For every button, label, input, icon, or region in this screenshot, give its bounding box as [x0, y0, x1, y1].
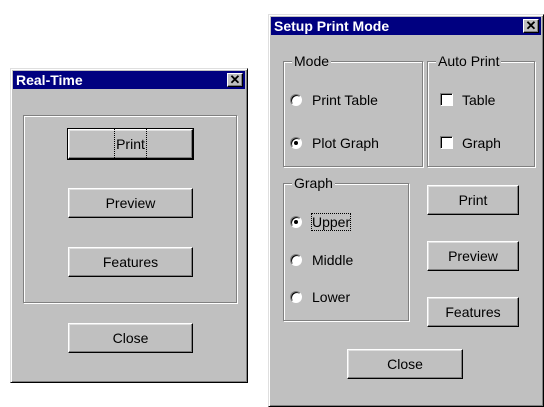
close-button-label: Close: [112, 330, 149, 346]
plot-graph-label: Plot Graph: [312, 135, 379, 151]
mode-group: Mode Print Table Plot Graph: [283, 53, 423, 167]
close-button[interactable]: Close: [347, 349, 463, 379]
features-button[interactable]: Features: [68, 247, 193, 277]
features-button-label: Features: [445, 304, 501, 320]
print-button-label: Print: [458, 192, 488, 208]
setup-print-mode-dialog: Setup Print Mode ✕ Mode Print Table Plot…: [268, 14, 544, 407]
radio-icon: [290, 216, 302, 228]
graph-group: Graph Upper Middle Lower: [283, 175, 409, 321]
mode-legend: Mode: [292, 53, 332, 69]
print-table-label: Print Table: [312, 92, 378, 108]
print-button[interactable]: Print: [67, 128, 194, 160]
graph-checkbox-label: Graph: [462, 135, 501, 151]
close-icon[interactable]: ✕: [227, 73, 243, 87]
checkbox-icon: [440, 93, 453, 106]
auto-print-legend: Auto Print: [436, 53, 502, 69]
table-checkbox-label: Table: [462, 92, 496, 108]
close-button-label: Close: [387, 356, 423, 372]
realtime-titlebar[interactable]: Real-Time ✕: [13, 71, 245, 89]
close-icon[interactable]: ✕: [523, 19, 539, 33]
setup-titlebar[interactable]: Setup Print Mode ✕: [271, 17, 541, 35]
upper-label: Upper: [310, 213, 352, 231]
features-button-label: Features: [102, 254, 159, 270]
radio-icon: [290, 94, 302, 106]
features-button[interactable]: Features: [427, 297, 519, 327]
middle-label: Middle: [312, 252, 354, 268]
radio-icon: [290, 137, 302, 149]
preview-button-label: Preview: [448, 248, 498, 264]
realtime-dialog: Real-Time ✕ Print Preview Features Close: [10, 68, 248, 383]
print-button-label: Print: [114, 128, 147, 160]
checkbox-icon: [440, 136, 453, 149]
print-button[interactable]: Print: [427, 185, 519, 215]
preview-button-label: Preview: [105, 195, 156, 211]
lower-label: Lower: [312, 289, 351, 305]
preview-button[interactable]: Preview: [68, 188, 193, 218]
auto-print-group: Auto Print Table Graph: [427, 53, 535, 167]
setup-title: Setup Print Mode: [274, 18, 390, 34]
close-button[interactable]: Close: [68, 323, 193, 353]
radio-icon: [290, 254, 302, 266]
radio-icon: [290, 291, 302, 303]
graph-legend: Graph: [292, 175, 335, 191]
preview-button[interactable]: Preview: [427, 241, 519, 271]
realtime-title: Real-Time: [16, 72, 83, 88]
